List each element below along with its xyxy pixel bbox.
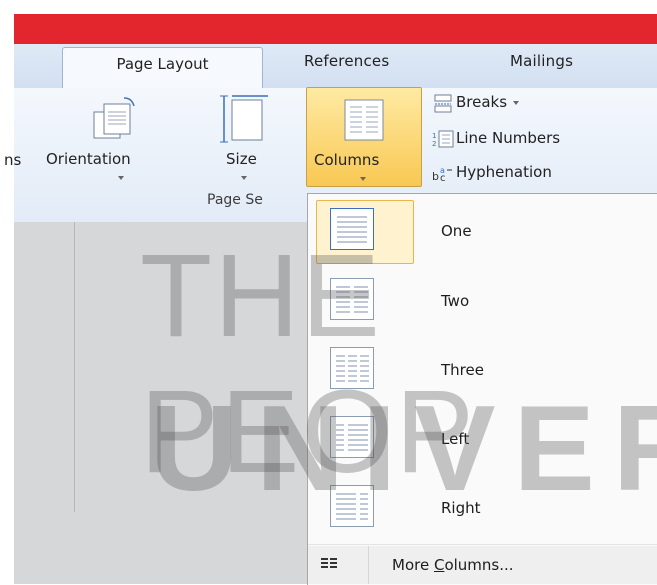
menu-item-label: One [441,222,472,240]
breaks-dropdown-arrow [513,101,519,105]
columns-dropdown-arrow [360,177,366,181]
columns-button[interactable]: Columns [306,87,422,187]
columns-dropdown-menu: One Two Three Left Right More Columns... [307,193,657,585]
more-columns-text-prefix: More [392,556,434,574]
svg-text:c: c [440,173,446,183]
menu-item-label: Three [441,361,484,379]
size-label: Size [226,150,257,168]
title-bar [14,14,657,44]
breaks-label: Breaks [456,93,508,111]
menu-item-label: Left [441,430,470,448]
size-icon [220,95,268,143]
columns-label: Columns [314,151,380,169]
columns-icon [344,99,384,141]
menu-item-one[interactable]: One [308,196,657,264]
menu-item-three[interactable]: Three [308,335,657,403]
more-columns-accelerator: C [433,556,445,574]
svg-text:b: b [432,170,439,183]
size-dropdown-arrow [241,176,247,180]
one-column-icon [330,208,374,250]
page-setup-group-label: Page Se [207,192,263,208]
orientation-icon [93,97,135,139]
menu-item-label: Two [441,292,470,310]
tab-mailings[interactable]: Mailings [510,52,573,70]
hyphenation-label: Hyphenation [456,163,552,181]
columns-small-icon [321,558,337,568]
orientation-dropdown-arrow [118,176,124,180]
menu-item-right[interactable]: Right [308,473,657,541]
ruler-line [74,222,75,512]
tab-page-layout[interactable]: Page Layout [62,47,263,90]
margins-button-partial[interactable]: ns [4,151,21,169]
two-column-icon [330,278,374,320]
line-numbers-label: Line Numbers [456,129,561,147]
hyphenation-icon: b a c [432,166,452,183]
more-columns-label: More Columns... [392,556,514,574]
breaks-icon [434,94,452,113]
more-columns-text-suffix: olumns... [444,556,514,574]
left-column-icon [330,416,374,458]
menu-separator [308,544,657,545]
right-column-icon [330,485,374,527]
menu-item-label: Right [441,499,481,517]
three-column-icon [330,347,374,389]
svg-text:1: 1 [432,132,436,140]
more-columns-item[interactable]: More Columns... [308,546,657,584]
svg-text:2: 2 [432,140,436,148]
gutter-separator [368,546,369,584]
tab-references[interactable]: References [304,52,389,70]
tab-label: Page Layout [116,55,209,73]
menu-item-two[interactable]: Two [308,266,657,334]
orientation-label: Orientation [46,150,131,168]
menu-item-left[interactable]: Left [308,404,657,472]
size-button[interactable] [218,94,274,150]
line-numbers-icon: 1 2 [432,130,454,148]
